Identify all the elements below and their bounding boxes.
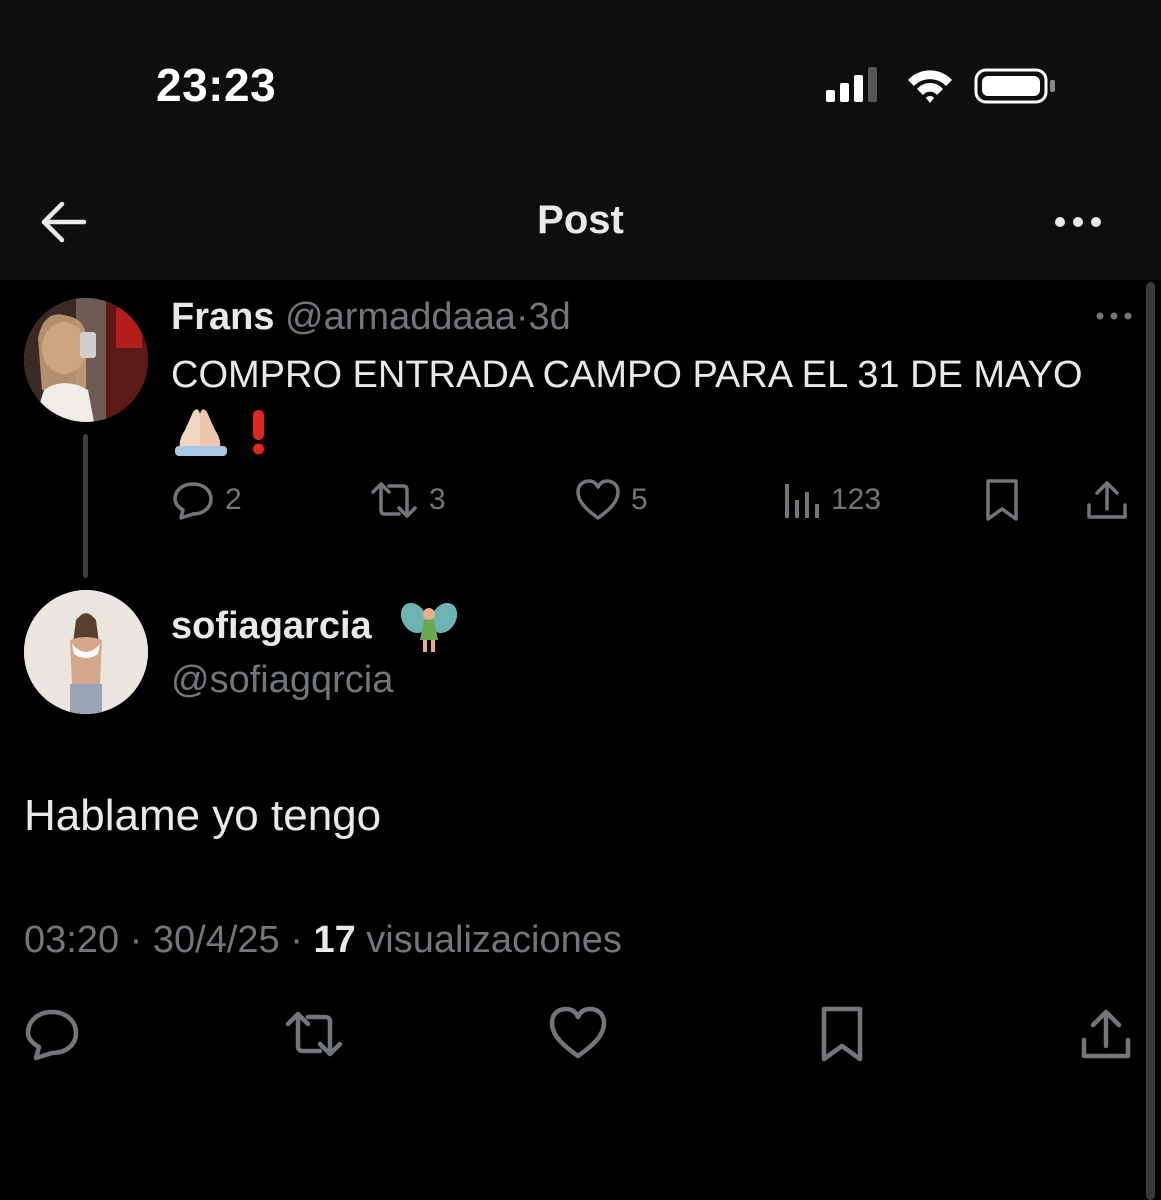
reply-icon (25, 1009, 79, 1061)
reply-text: Hablame yo tengo (24, 791, 382, 840)
tweet-more-button[interactable] (1094, 306, 1134, 326)
avatar-frans[interactable] (24, 298, 148, 422)
repost-icon (285, 1011, 343, 1057)
reply-time: 03:20 (24, 919, 120, 961)
battery-icon (974, 68, 1055, 104)
views-count: 123 (831, 483, 882, 516)
share-action[interactable] (1076, 1004, 1136, 1064)
separator: · (129, 919, 143, 961)
more-options-button[interactable] (1050, 206, 1106, 238)
status-icons (822, 64, 1062, 108)
bookmark-action[interactable] (812, 1004, 872, 1064)
reply-author-name[interactable]: sofiagarcia (171, 600, 372, 652)
bookmark-icon (821, 1006, 863, 1062)
reply-action[interactable] (22, 1004, 82, 1064)
parent-tweet-header: Frans @armaddaaa·3d (171, 292, 571, 342)
tweet-actions: 2 3 5 123 (171, 472, 1146, 528)
top-bar: 23:23 Post (0, 0, 1161, 280)
views-action[interactable]: 123 (781, 472, 881, 528)
separator: · (515, 296, 529, 338)
share-action[interactable] (1085, 472, 1129, 528)
reply-actions (0, 1004, 1161, 1064)
tweet-age[interactable]: 3d (529, 296, 571, 338)
separator: · (290, 919, 303, 961)
reply-author-handle[interactable]: @sofiagqrcia (171, 654, 393, 706)
repost-count: 3 (429, 483, 446, 516)
bookmark-action[interactable] (983, 472, 1021, 528)
author-handle[interactable]: @armaddaaa (285, 296, 516, 338)
cellular-signal-icon (826, 67, 877, 102)
heart-icon (549, 1006, 607, 1059)
status-time: 23:23 (156, 59, 277, 111)
repost-icon (371, 482, 417, 518)
praying-hands-emoji-icon (175, 409, 264, 456)
bookmark-icon (986, 479, 1018, 521)
more-horizontal-icon (1055, 217, 1101, 227)
tweet-emojis (171, 404, 281, 458)
share-icon (1081, 1009, 1131, 1059)
reply-count: 2 (225, 483, 242, 516)
thread-line (83, 434, 88, 578)
page-title: Post (537, 198, 624, 242)
repost-action[interactable]: 3 (369, 472, 446, 528)
reply-views-label[interactable]: visualizaciones (366, 919, 622, 961)
heart-icon (576, 479, 620, 520)
views-chart-icon (785, 484, 819, 518)
author-name[interactable]: Frans (171, 296, 274, 338)
exclamation-icon (253, 410, 264, 455)
reply-date: 30/4/25 (152, 919, 280, 961)
reply-icon (173, 482, 213, 520)
share-icon (1087, 481, 1127, 519)
tweet-text: COMPRO ENTRADA CAMPO PARA EL 31 DE MAYO (171, 354, 1083, 396)
wifi-icon (908, 70, 952, 103)
more-horizontal-icon (1096, 312, 1132, 320)
repost-action[interactable] (284, 1004, 344, 1064)
avatar-sofia[interactable] (24, 590, 148, 714)
reply-meta: 03:20 · 30/4/25 · 17 visualizaciones (24, 914, 622, 966)
like-count: 5 (631, 483, 648, 516)
like-action[interactable] (548, 1004, 608, 1064)
like-action[interactable]: 5 (575, 472, 648, 528)
fairy-emoji-icon (400, 598, 458, 656)
reply-action[interactable]: 2 (171, 472, 242, 528)
reply-views-count[interactable]: 17 (313, 919, 355, 961)
